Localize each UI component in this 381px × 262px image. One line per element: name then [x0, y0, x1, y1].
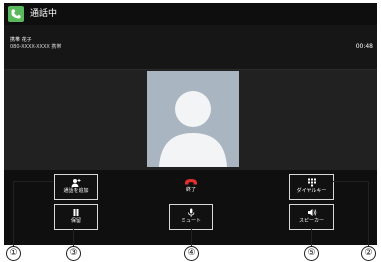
callout-leader-2v [368, 181, 369, 247]
speaker-button[interactable]: スピーカー [289, 204, 334, 230]
caller-number: 080-XXXX-XXXX 携帯 [10, 44, 62, 50]
callout-2: ② [361, 246, 376, 261]
callout-3: ③ [66, 246, 81, 261]
speaker-label: スピーカー [298, 218, 324, 224]
contact-avatar [147, 71, 239, 167]
speaker-icon [307, 209, 316, 216]
add-call-button[interactable]: 通話を追加 [54, 174, 98, 200]
pause-icon [73, 209, 79, 216]
mute-label: ミュート [180, 218, 201, 224]
dialpad-button[interactable]: ダイヤルキー [289, 174, 334, 200]
callout-4: ④ [184, 246, 199, 261]
dialpad-label: ダイヤルキー [296, 188, 327, 194]
add-person-icon [71, 179, 81, 187]
callout-leader-5 [311, 228, 312, 246]
caller-info: 携帯 花子 080-XXXX-XXXX 携帯 00:48 [4, 25, 377, 70]
callout-5: ⑤ [304, 246, 319, 261]
callout-leader-3 [73, 228, 74, 246]
callout-1: ① [6, 246, 21, 261]
phone-app-icon [8, 6, 24, 22]
title-bar: 通話中 [4, 3, 377, 25]
mute-button[interactable]: ミュート [169, 204, 213, 230]
hold-button[interactable]: 保留 [54, 204, 98, 230]
caller-name: 携帯 花子 [10, 37, 32, 43]
add-call-label: 通話を追加 [63, 188, 89, 194]
call-duration: 00:48 [355, 43, 373, 50]
callout-leader-1 [13, 181, 53, 182]
end-call-label: 終了 [185, 187, 196, 193]
hold-label: 保留 [70, 218, 81, 224]
callout-leader-1v [13, 181, 14, 247]
photo-area [4, 70, 377, 170]
callout-leader-2 [333, 181, 369, 182]
end-call-button[interactable]: 終了 [169, 174, 213, 200]
call-screen: 通話中 携帯 花子 080-XXXX-XXXX 携帯 00:48 通話を追加 終… [4, 3, 377, 245]
hang-up-icon [185, 179, 197, 185]
dialpad-icon [307, 178, 316, 187]
window-title: 通話中 [30, 9, 58, 19]
callout-leader-4 [191, 228, 192, 246]
microphone-icon [188, 208, 195, 217]
